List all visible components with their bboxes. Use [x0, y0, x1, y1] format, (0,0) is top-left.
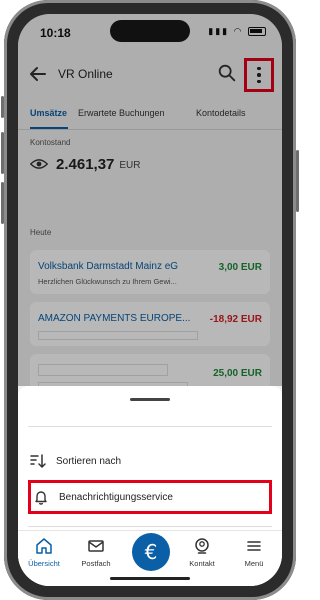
euro-icon: €: [144, 540, 158, 564]
nav-uebersicht[interactable]: Übersicht: [20, 537, 68, 577]
home-indicator: [110, 577, 190, 580]
euro-action-button[interactable]: €: [132, 533, 170, 571]
phone-screen: 10:18 ▮▮▮ ◠ VR Online Umsätze Erwartete …: [18, 14, 282, 586]
mail-icon: [88, 540, 104, 552]
notification-service-item[interactable]: Benachrichtigungsservice: [28, 480, 272, 514]
sheet-drag-handle[interactable]: [130, 398, 170, 401]
nav-label: Menü: [244, 559, 264, 568]
sort-by-label: Sortieren nach: [56, 455, 122, 467]
volume-down-button: [1, 182, 4, 224]
nav-label: Kontakt: [189, 559, 215, 568]
bell-icon: [35, 491, 47, 505]
nav-label: Übersicht: [28, 559, 60, 568]
divider: [28, 526, 272, 527]
sort-by-item[interactable]: Sortieren nach: [28, 444, 272, 478]
nav-label: Postfach: [81, 559, 111, 568]
menu-icon: [247, 541, 261, 551]
modal-scrim[interactable]: [18, 14, 282, 386]
volume-up-button: [1, 132, 4, 174]
divider: [28, 426, 272, 427]
mute-switch: [1, 96, 4, 118]
sort-icon: [30, 454, 46, 468]
nav-kontakt[interactable]: Kontakt: [178, 537, 226, 577]
nav-menue[interactable]: Menü: [230, 537, 278, 577]
notification-service-label: Benachrichtigungsservice: [59, 491, 173, 503]
home-icon: [36, 538, 52, 554]
power-button: [296, 150, 299, 212]
dynamic-island: [110, 20, 190, 42]
nav-postfach[interactable]: Postfach: [72, 537, 120, 577]
contact-icon: [195, 538, 209, 554]
